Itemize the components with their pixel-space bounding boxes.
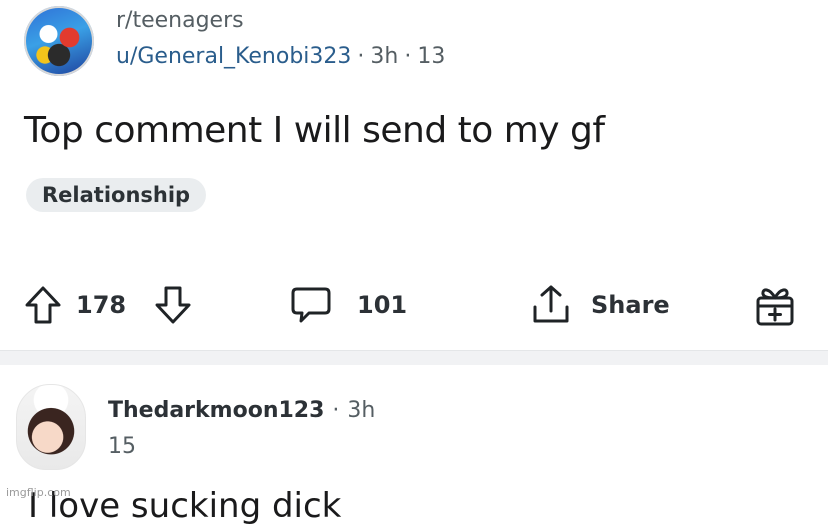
comment-score: 15 [108,434,136,459]
share-button[interactable]: Share [529,280,670,330]
meta-separator: · [404,44,412,69]
comment-body: I love sucking dick [28,486,342,526]
comments-button[interactable]: 101 [289,280,407,330]
meta-separator: · [357,44,365,69]
user-avatar[interactable] [16,384,86,470]
comment-count: 101 [357,291,408,319]
share-icon[interactable] [529,283,573,327]
post-author[interactable]: u/General_Kenobi323 [116,44,351,69]
subreddit-avatar[interactable] [24,6,94,76]
post-extra: 13 [417,44,446,69]
post-action-bar: 178 101 Share [24,280,814,330]
section-divider [0,350,828,365]
post-title[interactable]: Top comment I will send to my gf [24,110,605,151]
upvote-button[interactable]: 178 [24,280,126,330]
post-flair[interactable]: Relationship [26,178,207,212]
post-header: r/teenagers u/General_Kenobi323 · 3h · 13 [24,6,804,76]
comment-icon[interactable] [289,285,333,325]
watermark: imgflip.com [6,486,71,499]
award-icon[interactable] [752,282,798,328]
comment-author-line: Thedarkmoon123 · 3h [108,398,375,423]
post-time: 3h [370,44,399,69]
vote-count: 178 [76,291,127,319]
comment-separator: · [332,398,340,423]
downvote-icon[interactable] [154,285,192,325]
award-button[interactable] [752,280,798,330]
downvote-button[interactable] [154,280,192,330]
post-meta: u/General_Kenobi323 · 3h · 13 [116,44,445,69]
upvote-icon[interactable] [24,285,62,325]
comment-item: Thedarkmoon123 · 3h 15 I love sucking dick [16,378,816,526]
comment-author[interactable]: Thedarkmoon123 [108,398,324,423]
share-label: Share [591,291,670,319]
subreddit-name[interactable]: r/teenagers [116,8,244,33]
comment-time: 3h [347,398,376,423]
